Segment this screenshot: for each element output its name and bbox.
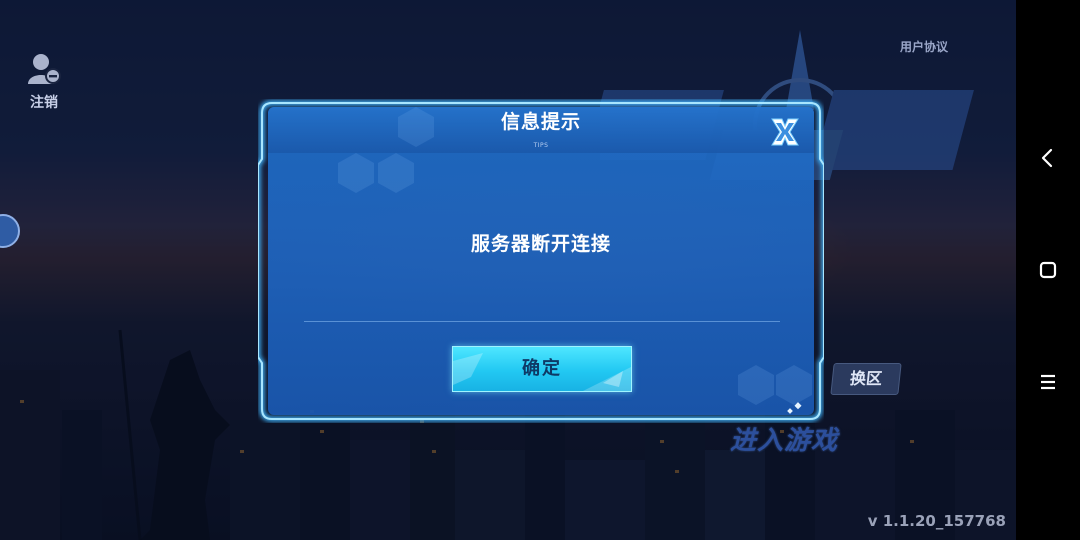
dialog-divider: [304, 321, 780, 322]
close-x-icon: [771, 118, 799, 146]
home-square-icon: [1039, 261, 1057, 279]
logout-button[interactable]: 注销: [18, 52, 70, 112]
user-agreement-link[interactable]: 用户协议: [900, 38, 948, 55]
info-dialog: 信息提示 TIPS 服务器断开连接 确定: [258, 99, 824, 423]
version-label: v 1.1.20_157768: [867, 512, 1006, 530]
back-button[interactable]: [1032, 142, 1064, 174]
menu-icon: [1041, 374, 1055, 390]
confirm-button[interactable]: 确定: [452, 346, 632, 392]
home-button[interactable]: [1032, 254, 1064, 286]
confirm-button-label: 确定: [522, 358, 562, 379]
back-icon: [1041, 148, 1053, 168]
dialog-message: 服务器断开连接: [470, 233, 611, 255]
game-login-screen: 注销 用户协议 换区 进入游戏 v 1.1.20_157768 信息提示 TIP…: [0, 0, 1080, 540]
logout-label: 注销: [30, 95, 58, 111]
dialog-title: 信息提示: [500, 111, 581, 133]
menu-button[interactable]: [1032, 366, 1064, 398]
dialog-subtitle: TIPS: [533, 142, 549, 149]
dialog-close-button[interactable]: [768, 115, 802, 149]
user-remove-icon: [28, 54, 61, 84]
switch-zone-button[interactable]: 换区: [830, 363, 902, 395]
system-nav-bar: [1016, 0, 1080, 540]
enter-game-button[interactable]: 进入游戏: [730, 420, 838, 457]
